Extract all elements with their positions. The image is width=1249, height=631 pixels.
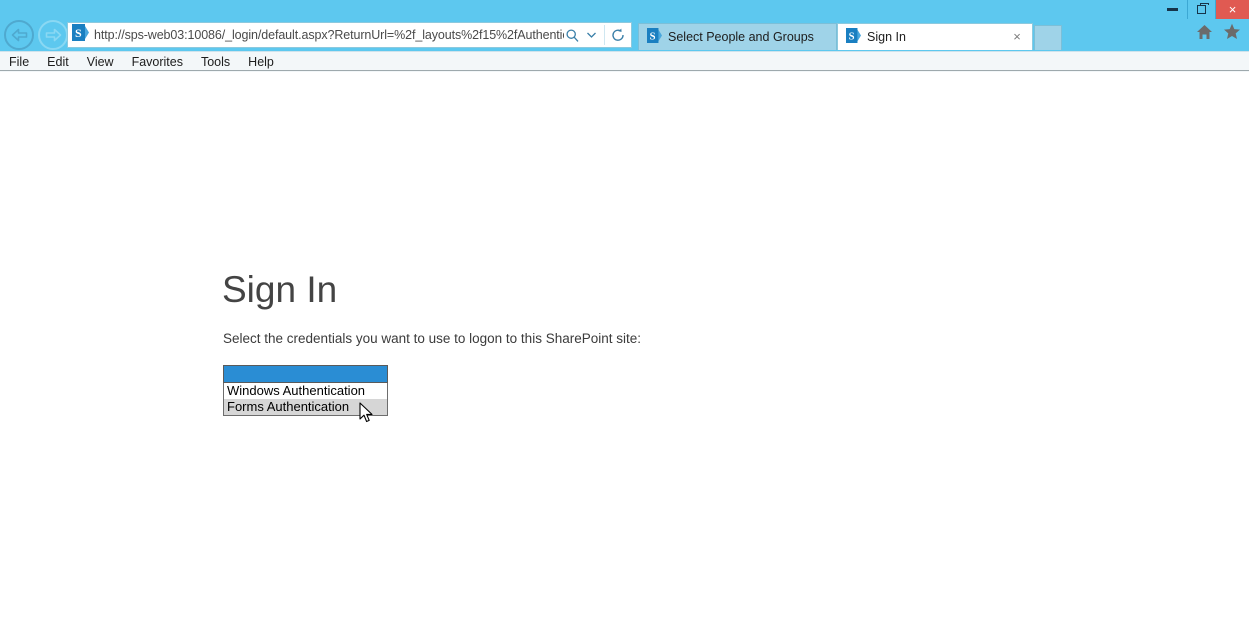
credentials-select[interactable] (223, 365, 388, 383)
search-icon[interactable] (564, 24, 581, 46)
close-icon: × (1228, 2, 1237, 17)
tab-select-people-and-groups[interactable]: S Select People and Groups (638, 23, 837, 50)
address-bar[interactable]: S http://sps-web03:10086/_login/default.… (67, 22, 632, 48)
menu-item-tools[interactable]: Tools (192, 53, 239, 72)
page-subtitle: Select the credentials you want to use t… (223, 331, 641, 346)
arrow-left-icon (11, 28, 27, 42)
dropdown-option-forms-authentication[interactable]: Forms Authentication (224, 399, 387, 415)
menu-item-edit[interactable]: Edit (38, 53, 78, 72)
menu-item-help[interactable]: Help (239, 53, 283, 72)
chrome-right-icons (1196, 23, 1241, 45)
sharepoint-favicon: S (72, 24, 89, 46)
back-button[interactable] (4, 20, 34, 50)
chevron-down-icon[interactable] (583, 24, 600, 46)
close-tab-button[interactable]: × (1010, 30, 1024, 44)
dropdown-option-windows-authentication[interactable]: Windows Authentication (224, 383, 387, 399)
refresh-icon[interactable] (609, 24, 626, 46)
page-content: Sign In Select the credentials you want … (0, 72, 1249, 631)
svg-text:S: S (75, 26, 82, 40)
minimize-icon (1167, 8, 1178, 11)
address-bar-divider (604, 25, 605, 45)
close-window-button[interactable]: × (1216, 0, 1249, 19)
restore-button[interactable] (1187, 0, 1216, 19)
browser-window: × S http://sps-web03:10086/_login/defaul… (0, 0, 1249, 631)
sharepoint-favicon: S (846, 28, 861, 46)
minimize-button[interactable] (1158, 0, 1187, 19)
menu-item-favorites[interactable]: Favorites (123, 53, 192, 72)
forward-button[interactable] (38, 20, 68, 50)
restore-icon (1197, 3, 1209, 14)
address-url-text: http://sps-web03:10086/_login/default.as… (94, 28, 564, 42)
star-icon[interactable] (1223, 23, 1241, 45)
chrome-divider (0, 70, 1249, 71)
new-tab-button[interactable] (1034, 25, 1062, 50)
tab-strip: S Select People and Groups S Sign In × (638, 22, 1062, 50)
tab-sign-in[interactable]: S Sign In × (837, 23, 1033, 50)
page-title: Sign In (222, 269, 338, 310)
tab-label: Select People and Groups (668, 30, 814, 44)
navigation-buttons (4, 20, 68, 50)
arrow-right-icon (45, 28, 61, 42)
menu-item-view[interactable]: View (78, 53, 123, 72)
browser-chrome-top: × S http://sps-web03:10086/_login/defaul… (0, 0, 1249, 72)
svg-text:S: S (650, 31, 656, 42)
menu-bar: File Edit View Favorites Tools Help (0, 51, 1249, 72)
home-icon[interactable] (1196, 24, 1213, 45)
window-controls: × (1158, 0, 1249, 19)
credentials-dropdown-list: Windows Authentication Forms Authenticat… (223, 383, 388, 416)
tab-label: Sign In (867, 30, 906, 44)
sharepoint-favicon: S (647, 28, 662, 46)
menu-item-file[interactable]: File (0, 53, 38, 72)
address-bar-icons (564, 24, 631, 46)
svg-text:S: S (849, 31, 855, 42)
